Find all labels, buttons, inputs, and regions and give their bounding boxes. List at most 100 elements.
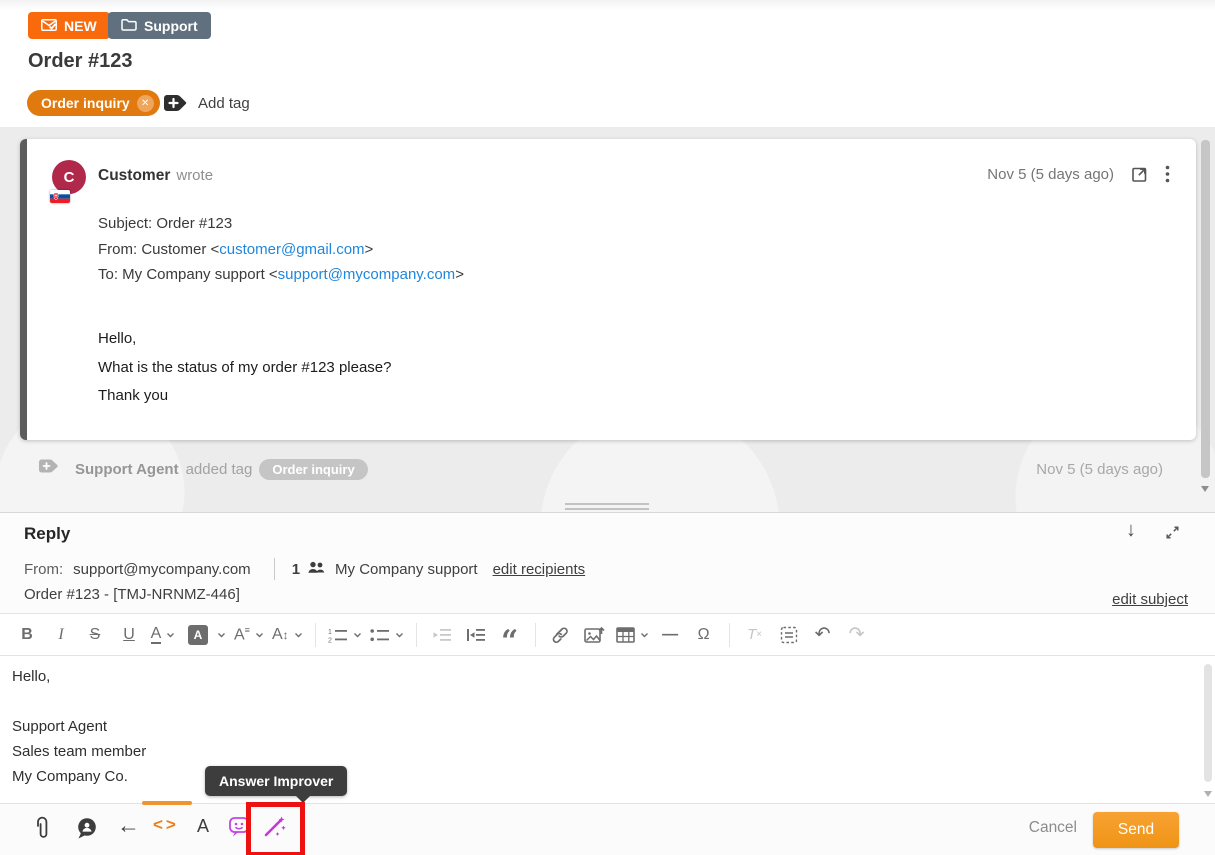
insert-table-button[interactable] (616, 620, 649, 650)
reply-panel: Reply ↓ From: support@mycompany.com 1 My… (0, 512, 1215, 855)
insert-image-button[interactable] (582, 620, 608, 650)
open-in-new-icon[interactable] (1131, 166, 1148, 183)
reply-title: Reply (24, 524, 70, 544)
reply-action-bar: ← <> A Cancel Send (0, 803, 1215, 855)
ticket-thread: C Customer wrote Nov 5 (5 days ago) Subje… (0, 127, 1215, 512)
editor-line: Support Agent (12, 714, 1203, 739)
event-timestamp: Nov 5 (5 days ago) (1036, 461, 1163, 478)
message-author-row: Customer wrote (98, 167, 213, 185)
message-from: From: Customer <customer@gmail.com> (98, 237, 464, 263)
tag-order-inquiry[interactable]: Order inquiry ✕ (27, 90, 160, 116)
chevron-down-icon (294, 632, 303, 638)
message-to: To: My Company support <support@mycompan… (98, 262, 464, 288)
message-subject: Subject: Order #123 (98, 211, 464, 237)
bullet-list-button[interactable] (370, 620, 404, 650)
add-tag-icon[interactable] (163, 93, 189, 113)
font-family-button[interactable]: A≡ (234, 620, 264, 650)
answer-improver-tooltip: Answer Improver (205, 766, 347, 796)
background-color-button[interactable]: A (184, 620, 226, 650)
kebab-menu-icon[interactable] (1165, 165, 1170, 183)
event-action: added tag (186, 461, 253, 478)
divider (274, 558, 275, 580)
add-tag-label[interactable]: Add tag (198, 95, 250, 112)
body-line: Thank you (98, 382, 392, 411)
canned-message-icon[interactable] (76, 817, 99, 840)
chevron-down-icon (166, 632, 175, 638)
from-suffix: > (365, 241, 374, 258)
scrollbar-thumb[interactable] (1204, 664, 1212, 782)
thread-scrollbar[interactable] (1201, 140, 1210, 512)
font-size-button[interactable]: A↕ (272, 620, 303, 650)
clear-formatting-button[interactable]: T× (742, 620, 768, 650)
edit-subject-link[interactable]: edit subject (1112, 591, 1188, 608)
ticket-detail-page: NEW Support Order #123 Order inquiry ✕ A… (0, 0, 1215, 855)
cancel-button[interactable]: Cancel (1029, 819, 1077, 837)
bold-button[interactable]: B (14, 620, 40, 650)
insert-reply-icon[interactable]: ← (117, 812, 140, 839)
message-body: Hello, What is the status of my order #1… (98, 325, 392, 411)
page-title: Order #123 (28, 50, 133, 73)
blockquote-button[interactable]: “ (497, 620, 523, 650)
select-all-button[interactable] (776, 620, 802, 650)
indent-button[interactable] (463, 620, 489, 650)
message-timestamp: Nov 5 (5 days ago) (987, 166, 1114, 183)
answer-improver-icon[interactable] (261, 814, 287, 840)
scrollbar-thumb[interactable] (1201, 140, 1210, 478)
attach-file-icon[interactable] (33, 816, 51, 842)
special-character-button[interactable]: Ω (691, 620, 717, 650)
message-action: wrote (176, 167, 213, 184)
text-format-icon[interactable]: A (197, 816, 209, 837)
edit-recipients-link[interactable]: edit recipients (493, 561, 586, 578)
recipient-name: My Company support (335, 561, 478, 578)
scroll-down-icon[interactable] (1201, 486, 1209, 492)
recipients-icon (307, 561, 326, 578)
from-email-link[interactable]: customer@gmail.com (219, 241, 364, 258)
remove-tag-icon[interactable]: ✕ (137, 95, 154, 112)
reply-editor[interactable]: Hello, Support Agent Sales team member M… (0, 656, 1215, 803)
link-button[interactable] (548, 620, 574, 650)
outdent-button[interactable] (429, 620, 455, 650)
to-email-link[interactable]: support@mycompany.com (278, 266, 456, 283)
emoji-icon[interactable] (228, 816, 250, 838)
scroll-down-icon[interactable] (1204, 791, 1212, 797)
italic-button[interactable]: I (48, 620, 74, 650)
tag-label: Order inquiry (41, 95, 130, 111)
status-new-button[interactable]: NEW (28, 12, 110, 39)
chevron-down-icon (640, 632, 649, 638)
ticket-header: NEW Support Order #123 Order inquiry ✕ A… (0, 0, 1215, 127)
ordered-list-button[interactable]: 12 (328, 620, 362, 650)
editor-scrollbar[interactable] (1204, 660, 1212, 803)
font-color-button[interactable]: A (150, 620, 176, 650)
toolbar-separator (729, 623, 730, 647)
event-actor: Support Agent (75, 461, 179, 478)
send-button[interactable]: Send (1093, 812, 1179, 848)
collapse-reply-icon[interactable]: ↓ (1126, 519, 1136, 542)
svg-text:1: 1 (328, 629, 332, 636)
envelope-check-icon (41, 18, 57, 34)
chevron-down-icon (255, 632, 264, 638)
toolbar-separator (535, 623, 536, 647)
editor-line: Hello, (12, 664, 1203, 689)
chevron-down-icon (395, 632, 404, 638)
avatar: C (52, 160, 86, 194)
message-author: Customer (98, 167, 170, 184)
orange-indicator-bar (142, 801, 192, 805)
underline-button[interactable]: U (116, 620, 142, 650)
recipient-count: 1 (292, 561, 300, 578)
to-prefix: To: My Company support < (98, 266, 278, 283)
html-code-icon[interactable]: <> (153, 815, 179, 835)
editor-line: Sales team member (12, 739, 1203, 764)
horizontal-line-button[interactable]: — (657, 620, 683, 650)
department-support-button[interactable]: Support (108, 12, 211, 39)
event-tag-pill: Order inquiry (259, 459, 367, 480)
undo-button[interactable]: ↶ (810, 620, 836, 650)
expand-icon[interactable] (1164, 524, 1181, 541)
reply-from-row: From: support@mycompany.com 1 My Company… (24, 558, 585, 580)
slovakia-flag-icon (50, 190, 70, 203)
redo-button[interactable]: ↷ (844, 620, 870, 650)
chevron-down-icon (217, 632, 226, 638)
from-address: support@mycompany.com (73, 561, 251, 578)
from-prefix: From: Customer < (98, 241, 219, 258)
strikethrough-button[interactable]: S (82, 620, 108, 650)
reply-subject: Order #123 - [TMJ-NRNMZ-446] (24, 586, 240, 603)
